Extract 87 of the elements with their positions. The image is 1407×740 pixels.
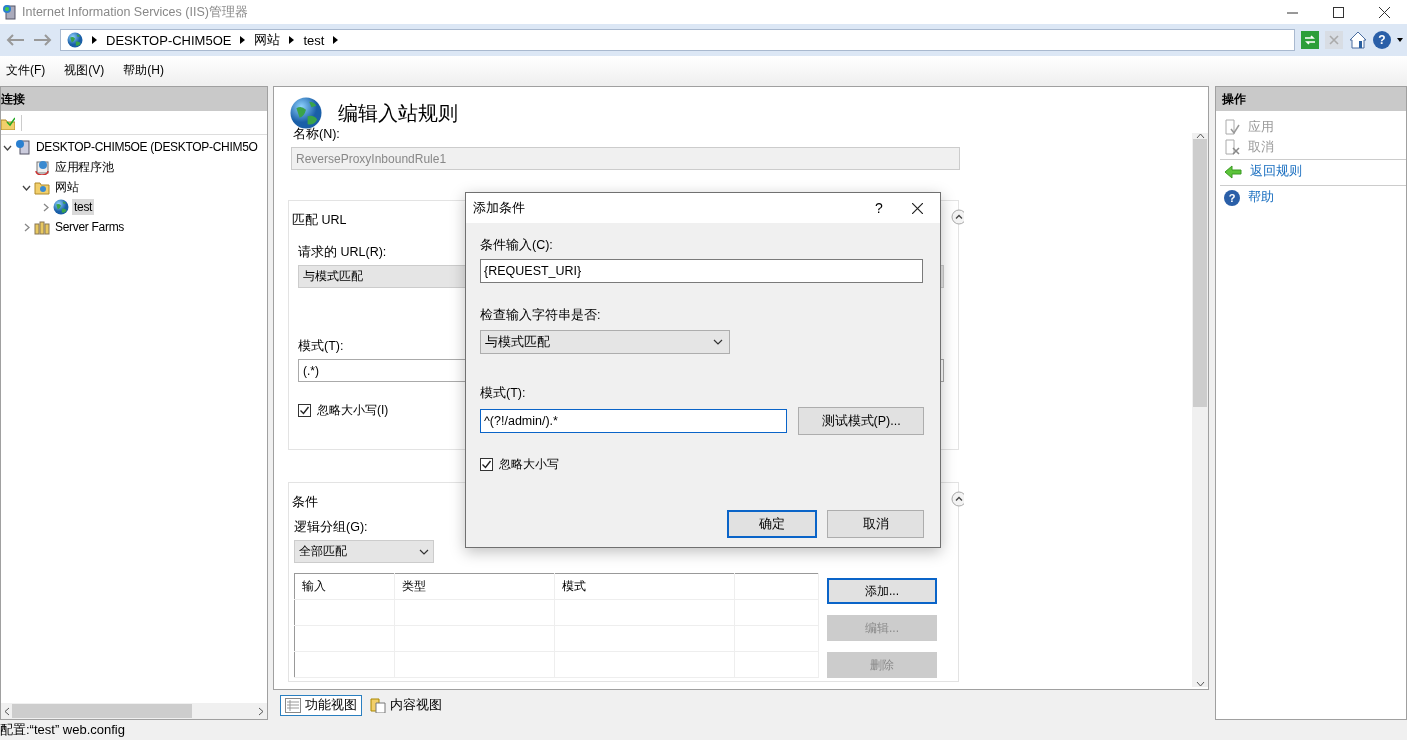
caret-down-icon — [713, 339, 723, 345]
pane-title: 连接 — [1, 90, 25, 108]
section-heading: 匹配 URL — [292, 211, 347, 229]
field-label: 条件输入(C): — [480, 237, 553, 254]
dropdown[interactable]: 全部匹配 — [294, 540, 434, 563]
chevron-right-icon — [92, 36, 97, 44]
window-title: Internet Information Services (IIS)管理器 — [22, 3, 249, 21]
test-pattern-button[interactable]: 测试模式(P)... — [798, 407, 924, 435]
app-pool-icon — [34, 159, 50, 175]
field-label: 模式(T): — [298, 338, 344, 355]
help-icon: ? — [1224, 189, 1240, 206]
refresh-icon — [1301, 31, 1319, 49]
dropdown[interactable]: 与模式匹配 — [480, 330, 730, 354]
caret-down-icon — [1397, 38, 1403, 42]
column-header: 模式 — [554, 573, 735, 600]
cancel-button[interactable]: 取消 — [827, 510, 924, 538]
dialog-title: 添加条件 — [473, 199, 526, 217]
globe-icon — [53, 199, 69, 215]
field-label: 检查输入字符串是否: — [480, 307, 601, 324]
breadcrumb-item[interactable]: test — [303, 32, 325, 48]
caret-down-icon — [419, 548, 429, 555]
menu-item[interactable]: 视图(V) — [64, 61, 105, 79]
collapse-icon — [951, 209, 964, 225]
maximize-icon — [1332, 6, 1344, 18]
action-link[interactable]: 返回规则 — [1220, 159, 1406, 183]
globe-icon — [290, 97, 322, 129]
dropdown-value: 与模式匹配 — [303, 268, 363, 285]
grid-icon — [285, 697, 301, 713]
pattern-field[interactable]: ^(?!/admin/).* — [480, 409, 788, 433]
field-label: 逻辑分组(G): — [294, 519, 368, 536]
chevron-right-icon — [333, 36, 339, 44]
help-button[interactable]: ? — [864, 200, 894, 216]
action-button[interactable]: 添加... — [827, 578, 937, 604]
tree-item[interactable]: 应用程序池 — [53, 157, 116, 177]
chevron-right-icon[interactable] — [22, 222, 31, 232]
field-label: 请求的 URL(R): — [298, 244, 387, 261]
view-tab[interactable]: 内容视图 — [365, 694, 447, 716]
address-bar[interactable]: DESKTOP-CHIM5OE 网站 test — [60, 29, 1295, 51]
field-label: 模式(T): — [480, 385, 526, 402]
folder-icon — [34, 179, 50, 195]
condition-input-field[interactable]: {REQUEST_URI} — [480, 259, 923, 283]
document-check-icon — [1224, 119, 1240, 135]
close-icon — [1378, 6, 1390, 18]
dropdown-value: 与模式匹配 — [485, 333, 550, 351]
checkbox[interactable] — [480, 458, 493, 471]
close-icon — [911, 202, 923, 214]
server-icon — [2, 4, 18, 20]
status-text: 配置:“test” web.config — [0, 721, 125, 739]
left-arrow-icon — [1224, 164, 1242, 179]
scroll-left-icon — [4, 706, 10, 716]
scroll-right-icon — [258, 706, 264, 716]
stop-icon — [1325, 31, 1343, 49]
document-x-icon — [1224, 139, 1240, 155]
tree-item[interactable]: test — [72, 199, 95, 215]
menu-item[interactable]: 文件(F) — [6, 61, 46, 79]
chevron-right-icon — [289, 36, 295, 44]
scroll-down-icon — [1195, 681, 1205, 687]
ok-button[interactable]: 确定 — [727, 510, 817, 538]
scroll-up-icon — [1195, 133, 1205, 139]
chevron-right-icon[interactable] — [41, 202, 50, 212]
dropdown-value: 全部匹配 — [299, 543, 347, 560]
page-title: 编辑入站规则 — [338, 100, 458, 126]
server-icon — [15, 139, 31, 155]
server-farm-icon — [34, 219, 50, 235]
view-tab[interactable]: 功能视图 — [280, 694, 362, 716]
breadcrumb-item[interactable]: 网站 — [254, 31, 281, 49]
connect-icon — [1, 115, 15, 130]
checkbox-label: 忽略大小写 — [499, 456, 559, 473]
tree-item[interactable]: Server Farms — [53, 219, 127, 235]
home-icon — [1349, 31, 1367, 49]
help-icon[interactable]: ? — [1373, 31, 1391, 49]
checkbox[interactable] — [298, 404, 311, 417]
tree-item[interactable]: 网站 — [53, 177, 81, 197]
chevron-right-icon — [240, 36, 246, 44]
breadcrumb-item[interactable]: DESKTOP-CHIM5OE — [106, 32, 232, 48]
documents-icon — [370, 697, 386, 713]
collapse-icon — [951, 491, 964, 507]
field-label: 名称(N): — [293, 126, 340, 143]
column-header: 输入 — [294, 573, 395, 600]
menu-item[interactable]: 帮助(H) — [123, 61, 164, 79]
section-heading: 条件 — [292, 493, 318, 511]
globe-icon — [67, 32, 83, 48]
pane-title: 操作 — [1222, 90, 1246, 108]
action-link[interactable]: ? 帮助 — [1220, 185, 1406, 209]
checkbox-label: 忽略大小写(I) — [317, 402, 389, 419]
tree-item[interactable]: DESKTOP-CHIM5OE (DESKTOP-CHIM5O — [34, 139, 260, 155]
column-header: 类型 — [394, 573, 555, 600]
